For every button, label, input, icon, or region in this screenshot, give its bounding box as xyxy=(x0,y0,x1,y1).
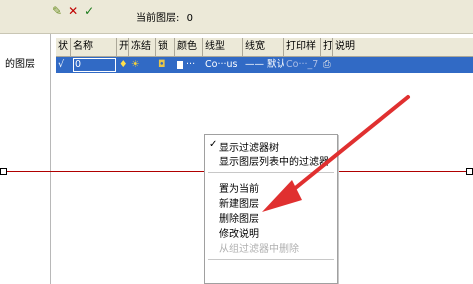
annotation-arrow xyxy=(262,95,410,212)
